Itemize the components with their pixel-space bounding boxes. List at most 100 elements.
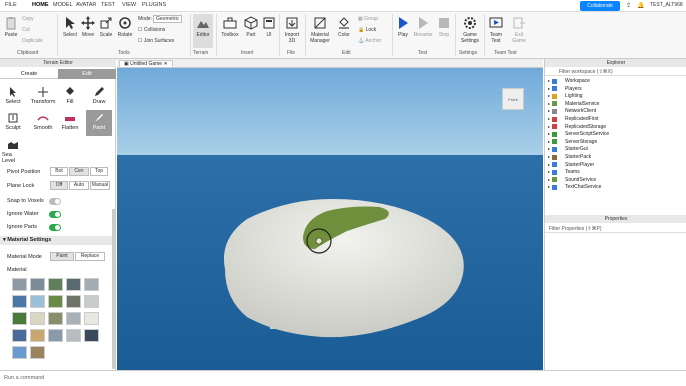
terrain-editor-button[interactable]: Editor [193, 14, 213, 48]
join-surfaces-toggle[interactable]: ☐ Join Surfaces [138, 38, 174, 44]
explorer-item[interactable]: NetworkClient [565, 108, 596, 114]
notification-icon[interactable]: 🔔 [637, 2, 644, 9]
explorer-item[interactable]: SoundService [565, 177, 596, 183]
group-button[interactable]: ▦ Group [358, 16, 378, 22]
expand-chevron-icon[interactable]: ▸ [548, 139, 550, 145]
material-swatch[interactable] [30, 295, 45, 308]
paste-button[interactable]: Paste [3, 16, 19, 38]
pivot-cen-option[interactable]: Cen [69, 167, 89, 176]
stop-button[interactable]: Stop [436, 16, 452, 38]
command-input[interactable]: Run a command [4, 375, 44, 381]
cut-button[interactable]: Cut [22, 27, 30, 33]
material-swatch[interactable] [30, 278, 45, 291]
expand-chevron-icon[interactable]: ▸ [548, 86, 550, 92]
explorer-item[interactable]: StarterGui [565, 146, 588, 152]
view-cube[interactable]: Front [502, 88, 524, 110]
tab-create[interactable]: Create [0, 69, 58, 79]
expand-chevron-icon[interactable]: ▸ [548, 78, 550, 84]
explorer-item[interactable]: Teams [565, 169, 580, 175]
terrain-smooth-tool[interactable]: Smooth [29, 110, 57, 136]
panel-scrollbar[interactable] [112, 209, 115, 369]
material-swatch[interactable] [66, 312, 81, 325]
material-swatch[interactable] [66, 329, 81, 342]
plane-lock-manual-option[interactable]: Manual [90, 181, 110, 190]
material-swatch[interactable] [12, 312, 27, 325]
explorer-item[interactable]: ServerScriptService [565, 131, 609, 137]
ignore-parts-toggle[interactable] [49, 224, 61, 231]
explorer-item[interactable]: MaterialService [565, 101, 599, 107]
anchor-button[interactable]: ⚓ Anchor [358, 38, 381, 44]
expand-chevron-icon[interactable]: ▸ [548, 177, 550, 183]
expand-chevron-icon[interactable]: ▸ [548, 154, 550, 160]
tab-edit[interactable]: Edit [58, 69, 116, 79]
material-swatch[interactable] [12, 346, 27, 359]
tab-untitled-game[interactable]: ▣ Untitled Game ✕ [119, 60, 173, 68]
material-swatch[interactable] [30, 346, 45, 359]
material-swatch[interactable] [12, 295, 27, 308]
menu-view[interactable]: VIEW [122, 2, 136, 8]
material-swatch[interactable] [84, 295, 99, 308]
3d-viewport[interactable]: Front [117, 59, 543, 370]
material-swatch[interactable] [48, 329, 63, 342]
part-button[interactable]: Part [243, 16, 259, 38]
expand-chevron-icon[interactable]: ▸ [548, 116, 550, 122]
explorer-item[interactable]: Players [565, 86, 582, 92]
lock-button[interactable]: 🔒 Lock [358, 27, 376, 33]
terrain-sea-level-tool[interactable]: Sea Level [0, 137, 26, 164]
material-swatch[interactable] [48, 295, 63, 308]
import-3d-button[interactable]: Import 3D [282, 16, 302, 44]
expand-chevron-icon[interactable]: ▸ [548, 108, 550, 114]
move-tool-button[interactable]: Move [80, 16, 96, 38]
terrain-transform-tool[interactable]: Transform [29, 84, 57, 110]
command-bar[interactable]: Run a command [0, 370, 686, 386]
terrain-sculpt-tool[interactable]: Sculpt [0, 110, 26, 136]
explorer-filter-input[interactable]: Filter workspace (⇧⌘X) [545, 68, 686, 76]
snap-to-voxels-toggle[interactable] [49, 198, 61, 205]
menu-model[interactable]: MODEL [53, 2, 73, 8]
pivot-bot-option[interactable]: Bot [50, 167, 68, 176]
menu-file[interactable]: FILE [5, 2, 17, 8]
material-swatch[interactable] [30, 312, 45, 325]
terrain-flatten-tool[interactable]: Flatten [57, 110, 83, 136]
properties-filter-input[interactable]: Filter Properties (⇧⌘P) [545, 225, 686, 233]
rotate-tool-button[interactable]: Rotate [116, 16, 134, 38]
ignore-water-toggle[interactable] [49, 211, 61, 218]
plane-lock-auto-option[interactable]: Auto [69, 181, 89, 190]
ui-button[interactable]: UI [262, 16, 276, 38]
username[interactable]: TEST_ALT968 [650, 2, 683, 8]
material-swatch[interactable] [30, 329, 45, 342]
material-mode-paint-option[interactable]: Paint [50, 252, 74, 261]
material-swatch[interactable] [84, 329, 99, 342]
expand-chevron-icon[interactable]: ▸ [548, 101, 550, 107]
terrain-fill-tool[interactable]: Fill [57, 84, 83, 110]
material-swatch[interactable] [66, 295, 81, 308]
material-swatch[interactable] [12, 329, 27, 342]
resume-button[interactable]: Resume [413, 16, 433, 38]
menu-home[interactable]: HOME [32, 2, 49, 8]
duplicate-button[interactable]: Duplicate [22, 38, 43, 44]
material-swatch[interactable] [12, 278, 27, 291]
mode-dropdown[interactable]: Geometric [153, 15, 183, 23]
explorer-item[interactable]: TextChatService [565, 184, 601, 190]
expand-chevron-icon[interactable]: ▸ [548, 146, 550, 152]
menu-plugins[interactable]: PLUGINS [142, 2, 166, 8]
expand-chevron-icon[interactable]: ▸ [548, 162, 550, 168]
explorer-item[interactable]: StarterPack [565, 154, 591, 160]
collaborate-button[interactable]: Collaborate [580, 1, 620, 11]
material-swatch[interactable] [84, 312, 99, 325]
explorer-item[interactable]: StarterPlayer [565, 162, 594, 168]
expand-chevron-icon[interactable]: ▸ [548, 124, 550, 130]
explorer-item[interactable]: ReplicatedFirst [565, 116, 598, 122]
copy-button[interactable]: Copy [22, 16, 34, 22]
scale-tool-button[interactable]: Scale [98, 16, 114, 38]
toolbox-button[interactable]: Toolbox [220, 16, 240, 38]
material-settings-header[interactable]: ▾ Material Settings [0, 236, 112, 245]
material-swatch[interactable] [84, 278, 99, 291]
terrain-select-tool[interactable]: Select [0, 84, 26, 110]
material-mode-replace-option[interactable]: Replace [75, 252, 105, 261]
expand-chevron-icon[interactable]: ▸ [548, 93, 550, 99]
explorer-item[interactable]: ReplicatedStorage [565, 124, 606, 130]
team-test-button[interactable]: Team Test [487, 16, 505, 44]
explorer-item[interactable]: Workspace [565, 78, 590, 84]
material-swatch[interactable] [48, 312, 63, 325]
